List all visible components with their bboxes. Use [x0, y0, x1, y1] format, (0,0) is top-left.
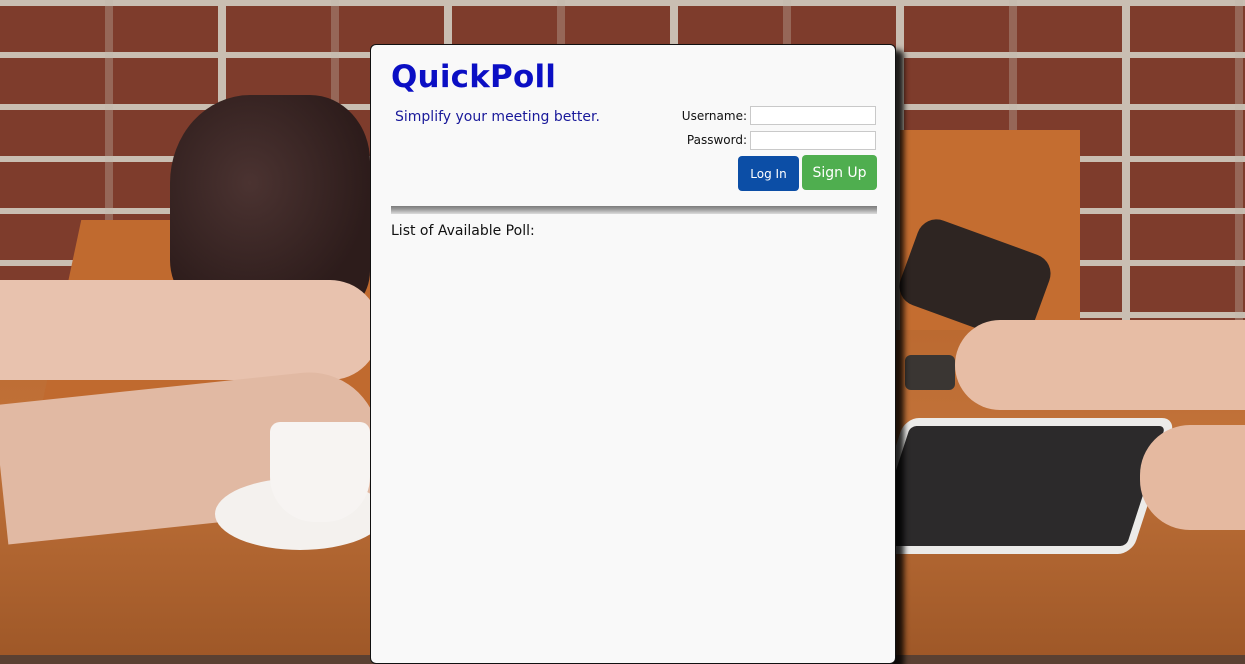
poll-list-heading: List of Available Poll: [391, 223, 535, 239]
app-tagline: Simplify your meeting better. [395, 109, 600, 125]
username-label: Username: [681, 109, 747, 123]
coffee-cup [270, 422, 370, 522]
signup-button[interactable]: Sign Up [802, 155, 877, 190]
right-arm [955, 320, 1245, 410]
divider [391, 206, 877, 214]
right-hand [1140, 425, 1245, 530]
username-input[interactable] [750, 106, 876, 125]
tablet [860, 418, 1176, 554]
login-button[interactable]: Log In [738, 156, 799, 191]
app-title: QuickPoll [391, 59, 557, 95]
password-label: Password: [686, 133, 747, 147]
main-panel: QuickPoll Simplify your meeting better. … [370, 44, 896, 664]
left-arm-upper [0, 280, 380, 380]
password-input[interactable] [750, 131, 876, 150]
phone [905, 355, 955, 390]
